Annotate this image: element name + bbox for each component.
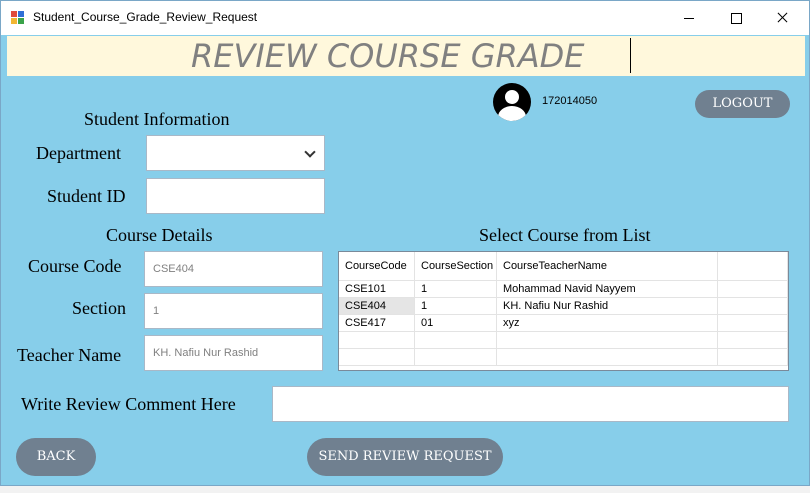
- grid-header-row: CourseCode CourseSection CourseTeacherNa…: [339, 252, 788, 281]
- banner: REVIEW COURSE GRADE: [7, 36, 805, 76]
- section-label: Section: [72, 298, 126, 318]
- student-info-heading: Student Information: [84, 109, 230, 129]
- review-comment-input[interactable]: [272, 386, 789, 422]
- table-cell[interactable]: [415, 332, 497, 349]
- table-row[interactable]: CSE404 1 KH. Nafiu Nur Rashid: [339, 298, 788, 315]
- window-title: Student_Course_Grade_Review_Request: [33, 10, 258, 24]
- table-cell[interactable]: CSE417: [339, 315, 415, 332]
- table-cell[interactable]: [718, 315, 788, 332]
- table-cell[interactable]: KH. Nafiu Nur Rashid: [497, 298, 718, 315]
- app-icon: [11, 11, 25, 25]
- table-cell[interactable]: 1: [415, 281, 497, 298]
- table-row[interactable]: CSE101 1 Mohammad Navid Nayyem: [339, 281, 788, 298]
- table-cell[interactable]: [718, 349, 788, 366]
- maximize-button[interactable]: [713, 1, 759, 35]
- table-row-empty[interactable]: [339, 349, 788, 366]
- table-cell[interactable]: CSE101: [339, 281, 415, 298]
- table-cell[interactable]: [415, 349, 497, 366]
- course-list-heading: Select Course from List: [479, 225, 651, 245]
- chevron-down-icon: [304, 146, 316, 158]
- table-cell[interactable]: [339, 332, 415, 349]
- table-cell-selected[interactable]: CSE404: [339, 298, 415, 315]
- course-code-field[interactable]: CSE404: [144, 251, 323, 287]
- minimize-button[interactable]: [667, 1, 713, 35]
- app-window: Student_Course_Grade_Review_Request REVI…: [0, 0, 810, 486]
- table-cell[interactable]: [339, 349, 415, 366]
- table-cell[interactable]: xyz: [497, 315, 718, 332]
- close-button[interactable]: [759, 1, 805, 35]
- column-header-empty: [718, 252, 788, 281]
- table-cell[interactable]: 1: [415, 298, 497, 315]
- user-id: 172014050: [542, 95, 598, 107]
- course-grid[interactable]: CourseCode CourseSection CourseTeacherNa…: [338, 251, 789, 371]
- teacher-name-label: Teacher Name: [17, 345, 122, 365]
- student-id-field[interactable]: [146, 178, 325, 214]
- table-cell[interactable]: 01: [415, 315, 497, 332]
- course-details-heading: Course Details: [106, 225, 213, 245]
- page-title: REVIEW COURSE GRADE: [191, 37, 585, 75]
- title-bar: Student_Course_Grade_Review_Request: [1, 1, 809, 35]
- section-field[interactable]: 1: [144, 293, 323, 329]
- course-code-label: Course Code: [28, 256, 122, 276]
- student-id-label: Student ID: [47, 186, 126, 206]
- table-cell[interactable]: [718, 298, 788, 315]
- table-cell[interactable]: [718, 332, 788, 349]
- review-comment-label: Write Review Comment Here: [21, 394, 236, 414]
- table-cell[interactable]: [718, 281, 788, 298]
- logout-button[interactable]: LOGOUT: [695, 90, 790, 118]
- table-row[interactable]: CSE417 01 xyz: [339, 315, 788, 332]
- table-row-empty[interactable]: [339, 332, 788, 349]
- department-select[interactable]: [146, 135, 325, 171]
- column-header[interactable]: CourseSection: [415, 252, 497, 281]
- column-header[interactable]: CourseTeacherName: [497, 252, 718, 281]
- table-cell[interactable]: Mohammad Navid Nayyem: [497, 281, 718, 298]
- back-button[interactable]: BACK: [16, 438, 96, 476]
- send-review-request-button[interactable]: SEND REVIEW REQUEST: [307, 438, 503, 476]
- teacher-name-field[interactable]: KH. Nafiu Nur Rashid: [144, 335, 323, 371]
- department-label: Department: [36, 143, 121, 163]
- table-cell[interactable]: [497, 349, 718, 366]
- table-cell[interactable]: [497, 332, 718, 349]
- column-header[interactable]: CourseCode: [339, 252, 415, 281]
- text-caret: [630, 38, 631, 73]
- user-avatar-icon: [493, 83, 531, 121]
